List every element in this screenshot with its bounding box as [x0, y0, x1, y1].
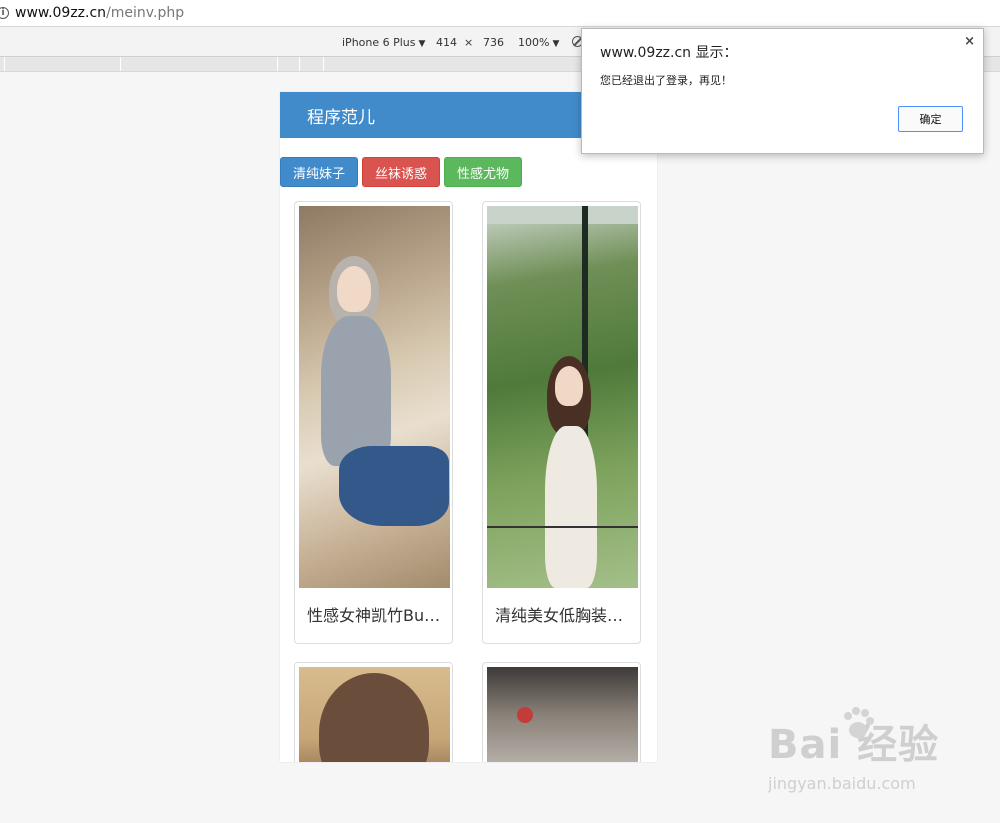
face-shape [555, 366, 583, 406]
category-button-pure[interactable]: 清纯妹子 [280, 157, 359, 187]
card-image-1[interactable] [299, 206, 450, 588]
card-image-3[interactable] [299, 667, 450, 762]
watermark-url: jingyan.baidu.com [768, 774, 916, 793]
caret-down-icon: ▼ [552, 39, 560, 49]
baidu-watermark: Bai 经验 jingyan.baidu.com [768, 707, 939, 793]
paw-icon [844, 707, 874, 738]
category-button-stockings[interactable]: 丝袜诱惑 [362, 157, 441, 187]
dialog-message: 您已经退出了登录，再见！ [600, 74, 732, 87]
dialog-title: www.09zz.cn 显示： [600, 45, 738, 61]
app-title: 程序范儿 [307, 107, 375, 128]
awning-shape [487, 206, 638, 224]
width-field[interactable]: 414 [436, 36, 457, 49]
category-button-sexy[interactable]: 性感尤物 [444, 157, 523, 187]
decor-shape [517, 707, 533, 723]
times-sign: × [464, 36, 474, 49]
device-select[interactable]: iPhone 6 Plus ▼ [342, 36, 425, 49]
height-field[interactable]: 736 [483, 36, 504, 49]
ok-button[interactable]: 确定 [898, 106, 963, 132]
sweater-shape [321, 316, 391, 466]
url-host: www.09zz.cn [15, 5, 107, 21]
url-path: /meinv.php [106, 5, 185, 21]
card-image-2[interactable] [487, 206, 638, 588]
image-card-1[interactable]: 性感女神凯竹Bu… [294, 201, 453, 644]
card-caption-1[interactable]: 性感女神凯竹Bu… [307, 602, 445, 626]
card-image-4[interactable] [487, 667, 638, 762]
image-card-4[interactable] [482, 662, 641, 762]
close-icon[interactable]: × [964, 34, 975, 49]
image-card-3[interactable] [294, 662, 453, 762]
card-caption-2[interactable]: 清纯美女低胸装… [495, 602, 633, 626]
jeans-shape [339, 446, 449, 526]
alert-dialog: www.09zz.cn 显示： × 您已经退出了登录，再见！ 确定 [581, 28, 984, 154]
phone-viewport: 程序范儿 清纯妹子 丝袜诱惑 性感尤物 性感女神凯竹Bu… 清纯美女低胸装… [280, 92, 657, 762]
category-buttons: 清纯妹子 丝袜诱惑 性感尤物 [280, 157, 523, 187]
dress-shape [545, 426, 597, 588]
device-name: iPhone 6 Plus [342, 36, 416, 49]
address-bar[interactable]: i www.09zz.cn/meinv.php [0, 0, 1000, 27]
zoom-value: 100% [518, 36, 550, 49]
image-card-2[interactable]: 清纯美女低胸装… [482, 201, 641, 644]
zoom-select[interactable]: 100% ▼ [518, 36, 559, 49]
railing-shape [487, 526, 638, 528]
face-shape [337, 266, 371, 312]
url-text[interactable]: www.09zz.cn/meinv.php [15, 5, 184, 21]
caret-down-icon: ▼ [418, 39, 426, 49]
info-icon[interactable]: i [0, 7, 9, 19]
hair-shape [319, 673, 429, 762]
